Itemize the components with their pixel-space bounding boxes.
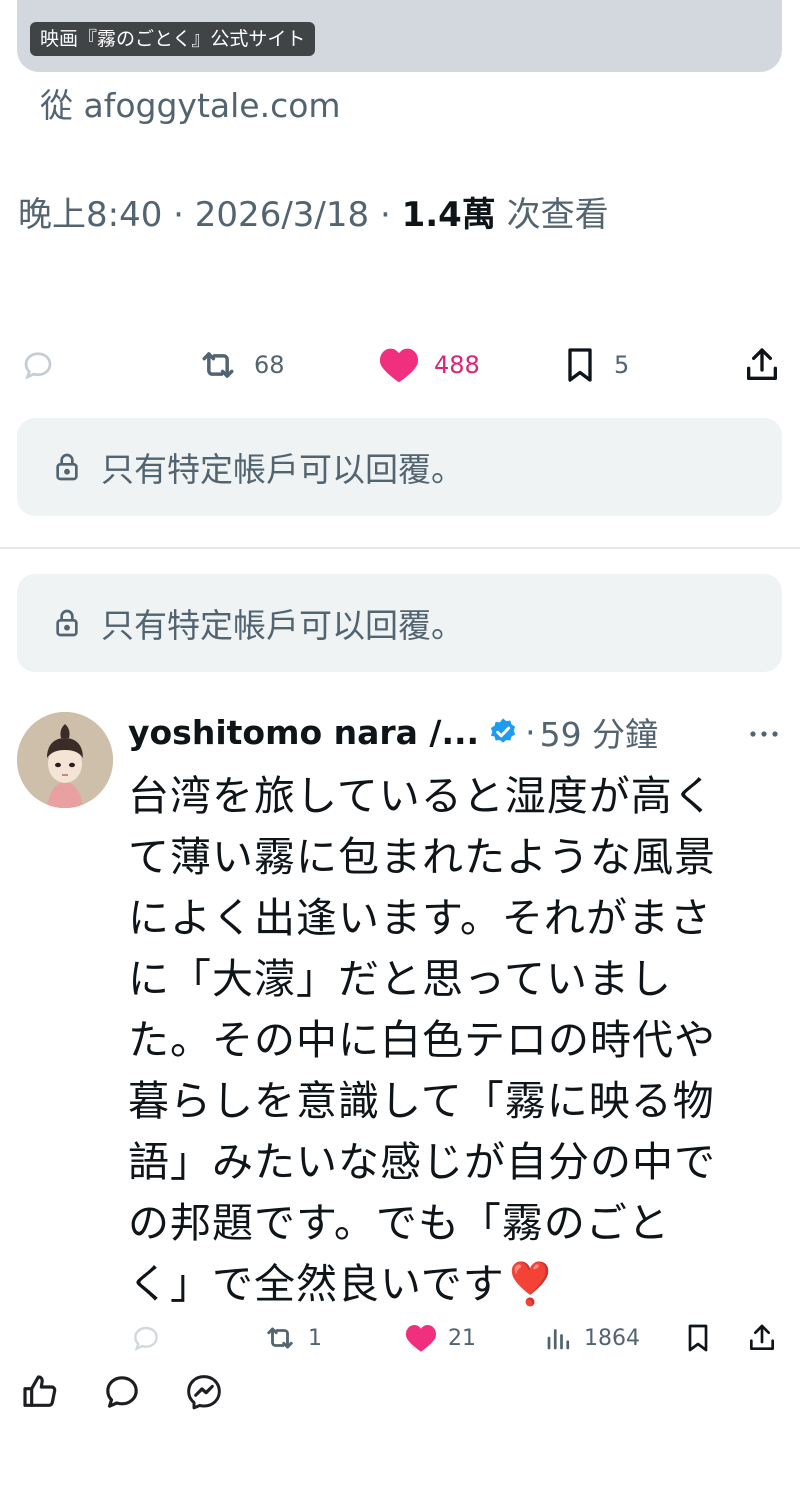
share-icon [750,1324,774,1350]
restricted-replies-notice: 只有特定帳戶可以回覆。 [17,418,782,516]
view-count[interactable]: 1.4萬 [402,195,496,235]
reply-reply-button[interactable] [130,1318,162,1358]
share-button[interactable] [742,340,782,390]
reply-bookmark-button[interactable] [682,1318,714,1358]
heart-filled-icon [405,1325,437,1352]
reply-body: 台湾を旅していると湿度が高く て薄い霧に包まれたような風景 によく出逢います。そ… [128,766,768,1315]
restricted-replies-text: 只有特定帳戶可以回覆。 [101,450,464,489]
like-button[interactable]: 488 [378,340,480,390]
avatar[interactable] [17,712,113,808]
link-source[interactable]: 從 afoggytale.com [40,82,341,130]
reply-views-button[interactable]: 1864 [544,1318,640,1358]
retweet-count: 1 [308,1325,322,1351]
reply-text: 台湾を旅していると湿度が高く て薄い霧に包まれたような風景 によく出逢います。そ… [128,772,716,1308]
view-count: 1864 [584,1325,640,1351]
link-card-title[interactable]: 映画『霧のごとく』公式サイト [30,22,316,56]
retweet-icon [267,1327,293,1349]
post-date: 2026/3/18 [194,195,370,235]
more-options-icon[interactable] [748,728,780,740]
post-meta: 晚上8:40 · 2026/3/18 · 1.4萬 次查看 [18,190,609,240]
bookmark-icon [568,348,592,382]
bookmark-count: 5 [614,351,630,379]
retweet-icon [202,352,234,378]
retweet-count: 68 [254,351,285,379]
reply-icon [24,352,52,380]
thumbs-up-button[interactable] [20,1372,60,1416]
share-icon [747,348,777,380]
verified-badge-icon [490,718,516,743]
reply-header: yoshitomo nara /... · 59 分鐘 [128,708,658,756]
messenger-button[interactable] [184,1372,224,1416]
reply-icon [134,1326,158,1351]
meta-separator: · [379,195,391,235]
meta-separator: · [173,195,184,235]
meta-separator: · [525,712,536,752]
avatar-illustration [17,712,113,808]
view-count-label: 次查看 [506,195,609,235]
thumbs-up-icon [23,1375,57,1407]
retweet-button[interactable]: 68 [196,340,285,390]
reply-author-name[interactable]: yoshitomo nara /... [128,713,479,752]
analytics-icon [547,1329,570,1350]
restricted-replies-notice: 只有特定帳戶可以回覆。 [17,574,782,672]
like-count: 488 [434,351,480,379]
reply-like-button[interactable]: 21 [404,1318,476,1358]
reply-share-button[interactable] [746,1318,778,1358]
reply-button[interactable] [20,340,56,390]
restricted-replies-text: 只有特定帳戶可以回覆。 [101,606,464,645]
lock-icon [56,609,78,637]
reply-time[interactable]: 59 分鐘 [540,708,658,756]
reply-retweet-button[interactable]: 1 [262,1318,322,1358]
messenger-icon [187,1375,221,1410]
heart-exclamation-emoji: ❣️ [504,1260,557,1308]
bookmark-icon [688,1324,708,1352]
divider [0,547,800,549]
post-time: 晚上8:40 [18,195,163,235]
bookmark-button[interactable]: 5 [560,340,629,390]
like-count: 21 [448,1325,476,1351]
comment-button[interactable] [102,1372,142,1416]
lock-icon [56,453,78,481]
comment-icon [106,1376,138,1408]
heart-filled-icon [379,348,419,383]
